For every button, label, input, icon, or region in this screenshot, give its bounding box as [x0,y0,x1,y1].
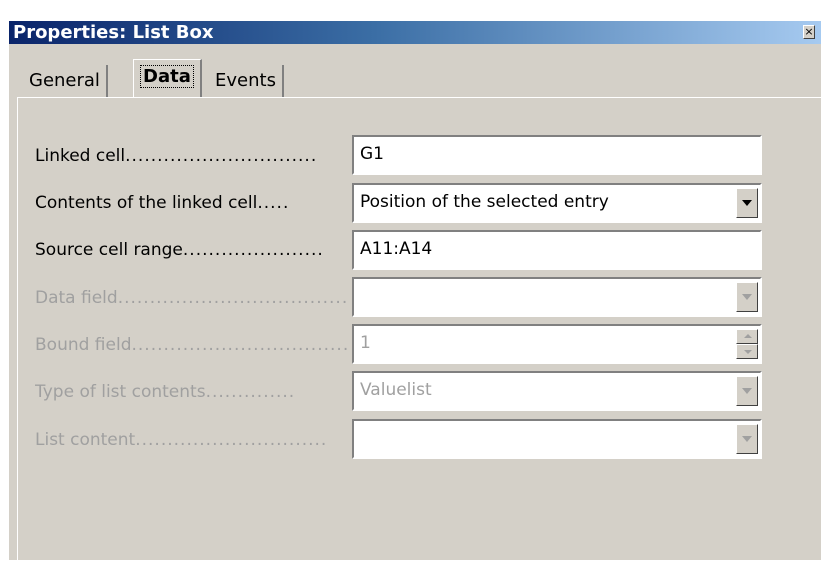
spin-down-icon [744,350,752,354]
source-cell-range-field[interactable]: A11:A14 [352,230,762,270]
linked-cell-label-text: Linked cell [35,146,126,166]
bound-field-label-text: Bound field [35,335,132,355]
data-field-select[interactable] [352,277,762,317]
tab-events[interactable]: Events [209,65,284,97]
data-field-dropdown-button[interactable] [736,282,758,312]
list-type-select[interactable]: Valuelist [352,371,762,411]
linked-cell-field[interactable]: G1 [352,135,762,175]
chevron-down-icon [742,200,752,206]
list-type-value: Valuelist [360,380,432,400]
source-cell-range-label-text: Source cell range [35,240,183,260]
chevron-down-icon [742,294,752,300]
chevron-down-icon [742,388,752,394]
source-cell-range-label: Source cell range...................... [35,236,353,264]
bound-field-spinner[interactable]: 1 [352,324,762,364]
source-cell-range-label-dots: ...................... [182,240,324,260]
list-type-label-text: Type of list contents [35,382,206,402]
spin-down-button[interactable] [736,344,758,359]
data-field-label-text: Data field [35,288,118,308]
data-field-label: Data field..............................… [35,284,353,312]
list-content-label-text: List content [35,430,136,450]
linked-cell-value: G1 [360,144,384,164]
bound-field-label-dots: .................................. [131,335,350,355]
source-cell-range-value: A11:A14 [360,239,433,259]
title-bar[interactable]: Properties: List Box × [9,21,821,44]
tab-general-label: General [29,70,100,91]
tab-events-label: Events [215,70,276,91]
tab-data-label: Data [140,65,194,88]
close-icon: × [804,25,814,38]
contents-linked-cell-label-dots: ..... [257,193,290,213]
contents-linked-cell-label: Contents of the linked cell..... [35,189,353,217]
list-content-label-dots: .............................. [135,430,328,450]
contents-linked-cell-select[interactable]: Position of the selected entry [352,183,762,223]
bound-field-label: Bound field.............................… [35,331,353,359]
spin-up-icon [744,334,752,338]
list-type-label-dots: .............. [205,382,296,402]
list-type-dropdown-button[interactable] [736,376,758,406]
tab-data[interactable]: Data [133,59,202,97]
linked-cell-label: Linked cell.............................… [35,142,353,170]
contents-linked-cell-value: Position of the selected entry [360,192,609,212]
list-content-dropdown-button[interactable] [736,424,758,454]
spin-up-button[interactable] [736,329,758,344]
bound-field-spin-buttons [736,329,758,359]
data-field-label-dots: .................................... [117,288,349,308]
contents-linked-cell-label-text: Contents of the linked cell [35,193,258,213]
list-content-select[interactable] [352,419,762,459]
window-title: Properties: List Box [13,22,214,43]
bound-field-value: 1 [360,333,371,353]
list-type-label: Type of list contents.............. [35,378,353,406]
contents-linked-cell-dropdown-button[interactable] [736,188,758,218]
list-content-label: List content............................… [35,426,353,454]
chevron-down-icon [742,436,752,442]
close-button[interactable]: × [803,25,815,39]
tab-general[interactable]: General [23,65,108,97]
properties-dialog: Properties: List Box × General Data Even… [8,20,821,567]
linked-cell-label-dots: .............................. [125,146,318,166]
